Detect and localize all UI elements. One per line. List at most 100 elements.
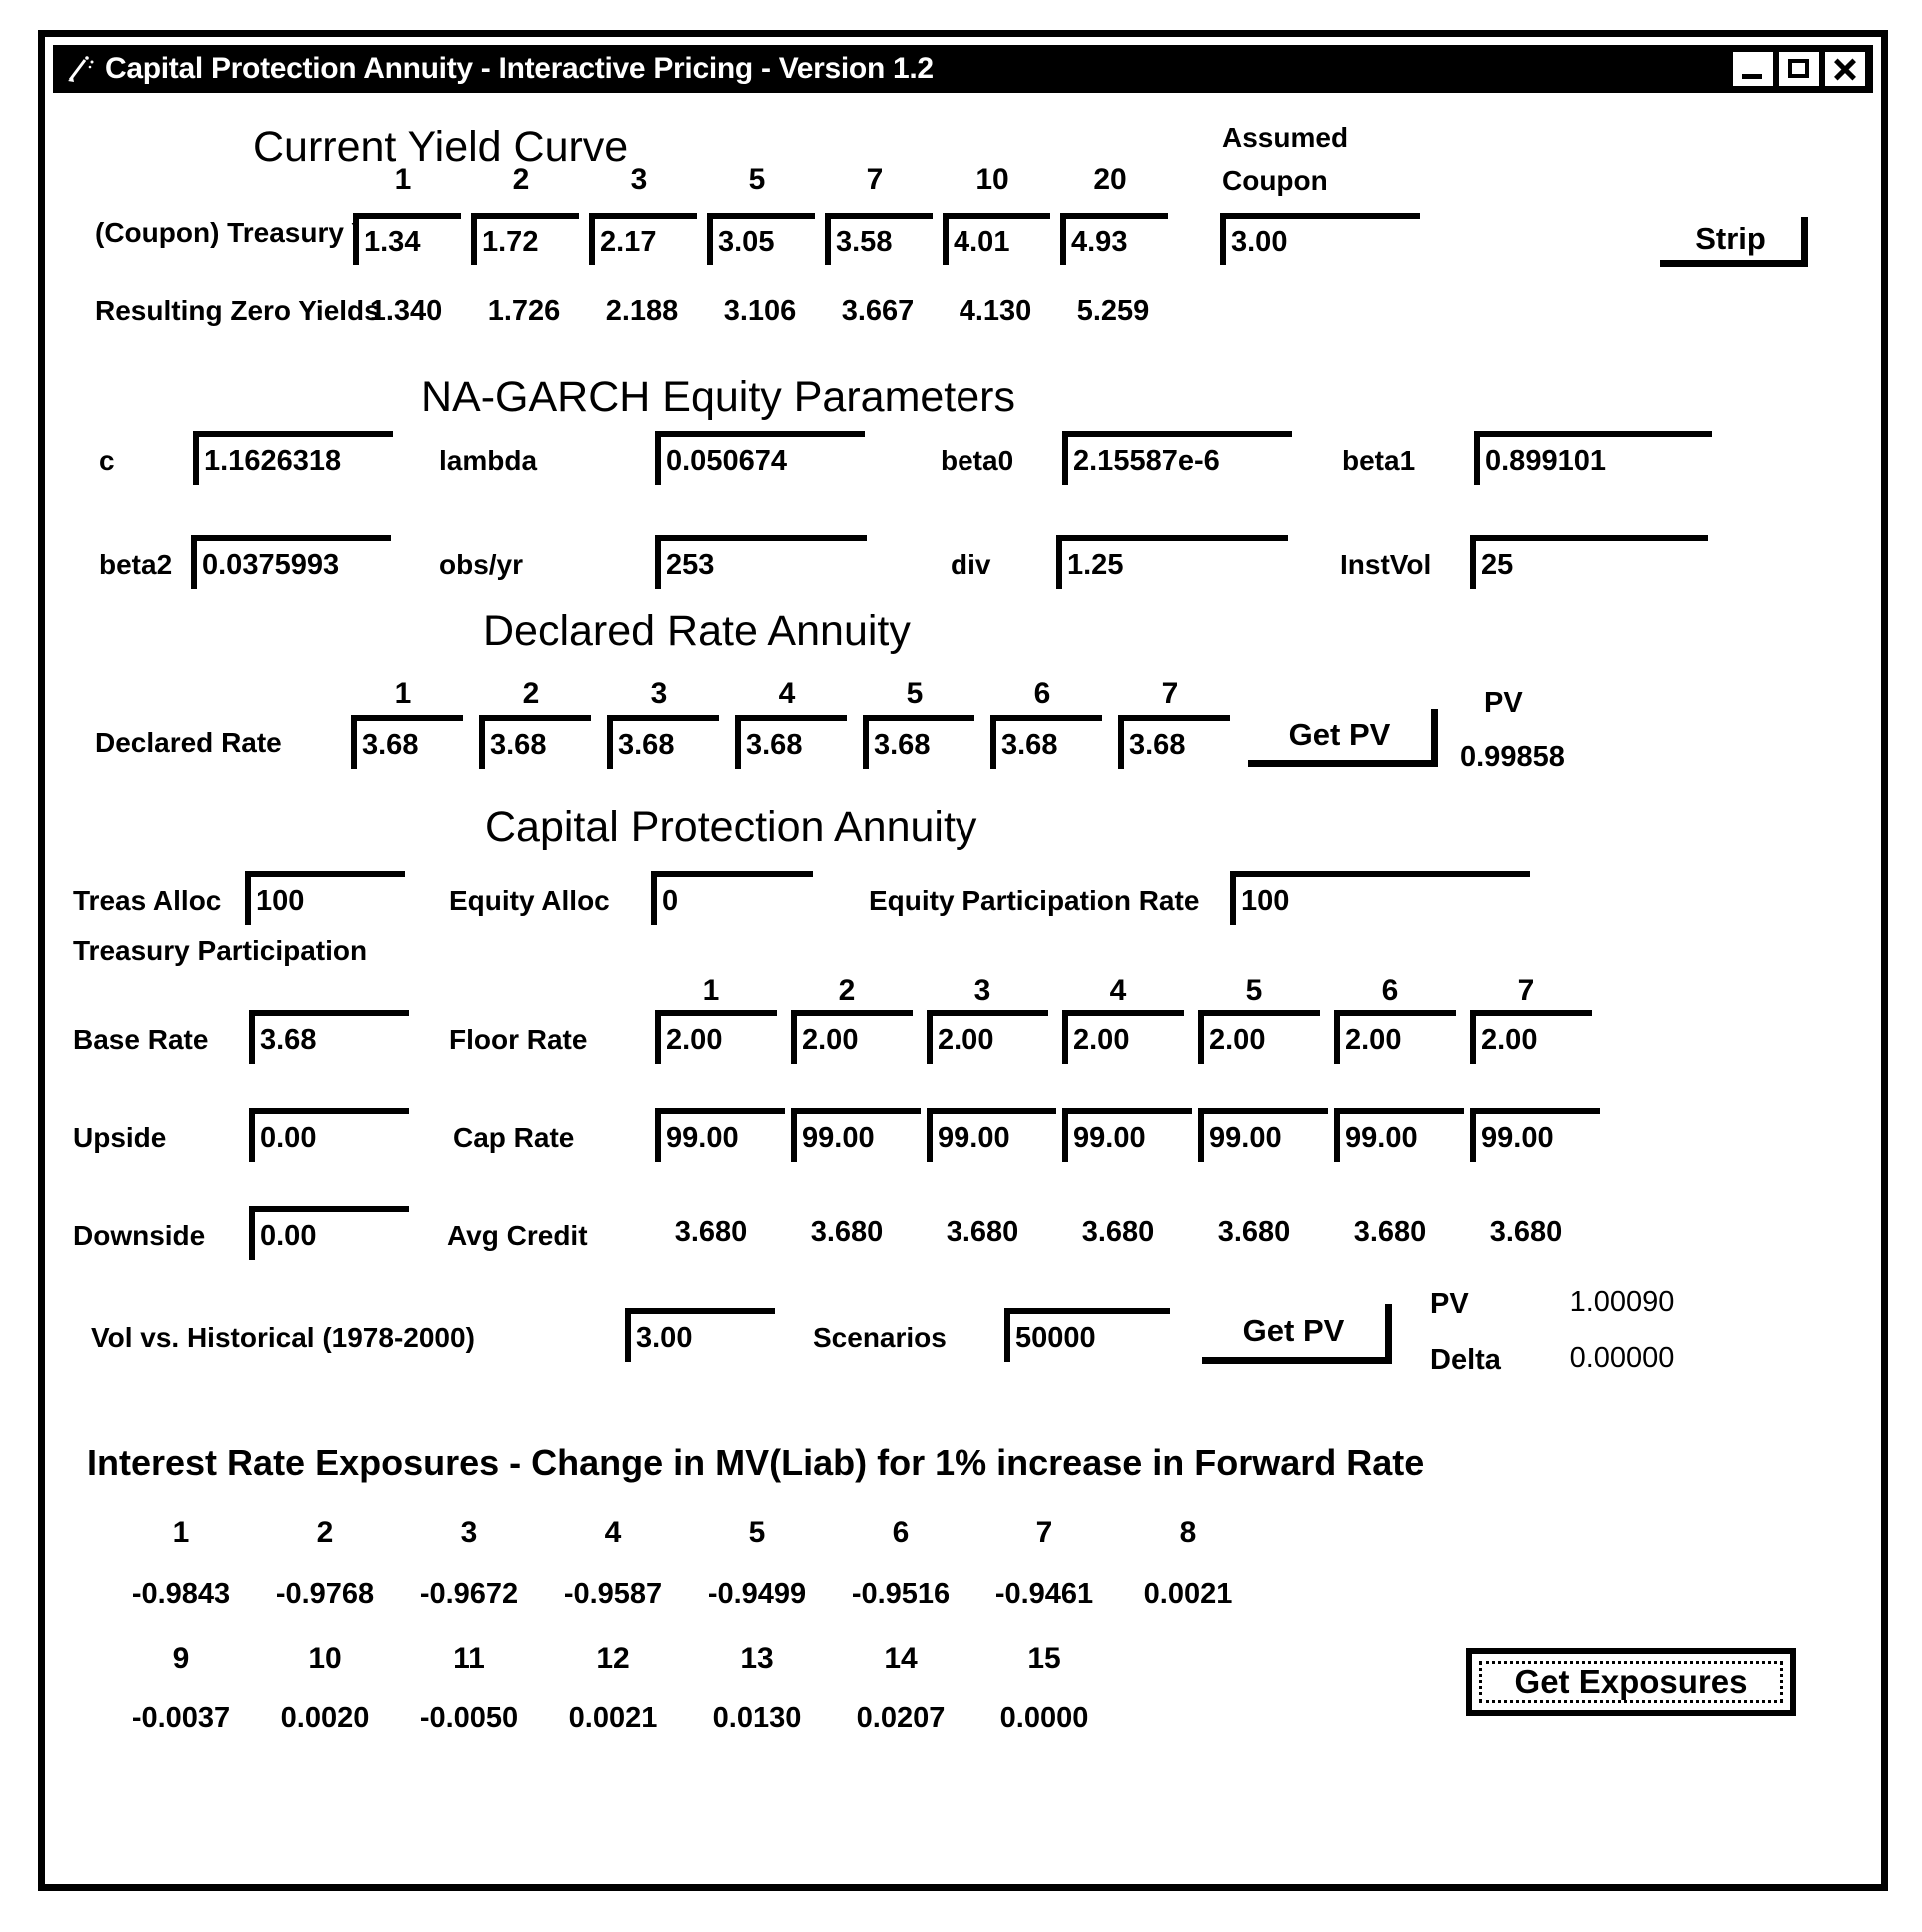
maximize-button[interactable] bbox=[1779, 52, 1819, 86]
tenor-header-2: 2 bbox=[512, 163, 530, 196]
exposure-index-13: 13 bbox=[740, 1642, 774, 1675]
garch-label-beta0: beta0 bbox=[941, 445, 1014, 476]
downside-input[interactable]: 0.00 bbox=[249, 1206, 409, 1260]
exposure-index-14: 14 bbox=[884, 1642, 918, 1675]
avg-credit-5: 3.680 bbox=[1217, 1216, 1291, 1248]
cap-rate-input-4[interactable]: 99.00 bbox=[1062, 1108, 1192, 1162]
tenor-header-5: 5 bbox=[748, 163, 766, 196]
cap-rate-input-6[interactable]: 99.00 bbox=[1334, 1108, 1464, 1162]
floor-rate-input-6[interactable]: 2.00 bbox=[1334, 1010, 1456, 1064]
cpa-year-header-5: 5 bbox=[1245, 974, 1263, 1007]
garch-label-div: div bbox=[951, 549, 991, 580]
zero-yield-10: 4.130 bbox=[959, 295, 1032, 327]
exposure-value-12: 0.0021 bbox=[568, 1702, 658, 1734]
title-bar: Capital Protection Annuity - Interactive… bbox=[53, 45, 1873, 93]
declared-year-header-7: 7 bbox=[1161, 677, 1179, 710]
close-button[interactable] bbox=[1825, 52, 1865, 86]
garch-input-instvol[interactable]: 25 bbox=[1470, 535, 1708, 589]
zero-yield-20: 5.259 bbox=[1076, 295, 1150, 327]
declared-rate-input-3[interactable]: 3.68 bbox=[607, 715, 719, 769]
minimize-icon bbox=[1742, 74, 1762, 79]
equity-alloc-input[interactable]: 0 bbox=[651, 871, 813, 925]
zero-yield-7: 3.667 bbox=[841, 295, 915, 327]
treasury-yield-input-2[interactable]: 1.72 bbox=[471, 213, 579, 265]
cap-rate-label: Cap Rate bbox=[453, 1122, 575, 1153]
scenarios-input[interactable]: 50000 bbox=[1004, 1308, 1170, 1362]
cap-rate-input-5[interactable]: 99.00 bbox=[1198, 1108, 1328, 1162]
exposure-index-6: 6 bbox=[892, 1516, 910, 1549]
treasury-yield-input-7[interactable]: 3.58 bbox=[825, 213, 933, 265]
treasury-yield-input-10[interactable]: 4.01 bbox=[943, 213, 1050, 265]
cpa-get-pv-button[interactable]: Get PV bbox=[1202, 1304, 1392, 1364]
garch-input-obsyr[interactable]: 253 bbox=[655, 535, 867, 589]
tenor-header-1: 1 bbox=[394, 163, 412, 196]
garch-label-beta2: beta2 bbox=[99, 549, 173, 580]
floor-rate-input-7[interactable]: 2.00 bbox=[1470, 1010, 1592, 1064]
exposure-value-7: -0.9461 bbox=[994, 1578, 1094, 1610]
vol-vs-historical-label: Vol vs. Historical (1978-2000) bbox=[91, 1322, 475, 1353]
equity-participation-input[interactable]: 100 bbox=[1230, 871, 1530, 925]
declared-rate-input-1[interactable]: 3.68 bbox=[351, 715, 463, 769]
garch-label-c: c bbox=[99, 445, 115, 476]
declared-rate-input-4[interactable]: 3.68 bbox=[735, 715, 847, 769]
exposure-value-8: 0.0021 bbox=[1143, 1578, 1233, 1610]
client-area: Current Yield Curve Assumed Coupon 1 2 3… bbox=[53, 95, 1873, 1876]
floor-rate-label: Floor Rate bbox=[449, 1024, 588, 1055]
cpa-pv-label: PV bbox=[1430, 1288, 1469, 1320]
garch-input-beta2[interactable]: 0.0375993 bbox=[191, 535, 391, 589]
floor-rate-input-5[interactable]: 2.00 bbox=[1198, 1010, 1320, 1064]
declared-rate-input-5[interactable]: 3.68 bbox=[863, 715, 974, 769]
declared-pv-label: PV bbox=[1484, 687, 1523, 719]
floor-rate-input-1[interactable]: 2.00 bbox=[655, 1010, 777, 1064]
avg-credit-3: 3.680 bbox=[946, 1216, 1019, 1248]
treasury-yield-input-5[interactable]: 3.05 bbox=[707, 213, 815, 265]
garch-input-div[interactable]: 1.25 bbox=[1056, 535, 1288, 589]
minimize-button[interactable] bbox=[1733, 52, 1773, 86]
garch-input-lambda[interactable]: 0.050674 bbox=[655, 431, 865, 485]
cpa-heading: Capital Protection Annuity bbox=[485, 803, 977, 851]
base-rate-input[interactable]: 3.68 bbox=[249, 1010, 409, 1064]
tenor-header-10: 10 bbox=[975, 163, 1009, 196]
cpa-year-header-6: 6 bbox=[1381, 974, 1399, 1007]
zero-yield-1: 1.340 bbox=[369, 295, 443, 327]
exposure-index-7: 7 bbox=[1035, 1516, 1053, 1549]
avg-credit-4: 3.680 bbox=[1081, 1216, 1155, 1248]
tenor-header-7: 7 bbox=[866, 163, 884, 196]
declared-rate-input-6[interactable]: 3.68 bbox=[990, 715, 1102, 769]
cpa-year-header-4: 4 bbox=[1109, 974, 1127, 1007]
cap-rate-input-3[interactable]: 99.00 bbox=[927, 1108, 1056, 1162]
assumed-coupon-input[interactable]: 3.00 bbox=[1220, 213, 1420, 265]
cap-rate-input-2[interactable]: 99.00 bbox=[791, 1108, 921, 1162]
floor-rate-input-4[interactable]: 2.00 bbox=[1062, 1010, 1184, 1064]
garch-input-c[interactable]: 1.1626318 bbox=[193, 431, 393, 485]
get-exposures-button[interactable]: Get Exposures bbox=[1466, 1648, 1796, 1716]
garch-input-beta1[interactable]: 0.899101 bbox=[1474, 431, 1712, 485]
cap-rate-input-1[interactable]: 99.00 bbox=[655, 1108, 785, 1162]
declared-rate-input-2[interactable]: 3.68 bbox=[479, 715, 591, 769]
exposure-index-2: 2 bbox=[316, 1516, 334, 1549]
declared-year-header-1: 1 bbox=[394, 677, 412, 710]
cpa-year-header-7: 7 bbox=[1517, 974, 1535, 1007]
treasury-participation-label: Treasury Participation bbox=[73, 935, 368, 966]
floor-rate-input-3[interactable]: 2.00 bbox=[927, 1010, 1048, 1064]
floor-rate-input-2[interactable]: 2.00 bbox=[791, 1010, 913, 1064]
vol-input[interactable]: 3.00 bbox=[625, 1308, 775, 1362]
strip-button[interactable]: Strip bbox=[1660, 217, 1808, 267]
declared-year-header-2: 2 bbox=[522, 677, 540, 710]
treas-alloc-input[interactable]: 100 bbox=[245, 871, 405, 925]
garch-input-beta0[interactable]: 2.15587e-6 bbox=[1062, 431, 1292, 485]
declared-get-pv-button[interactable]: Get PV bbox=[1248, 709, 1438, 767]
exposure-index-11: 11 bbox=[453, 1642, 485, 1675]
exposure-value-2: -0.9768 bbox=[275, 1578, 375, 1610]
resulting-zero-yields-label: Resulting Zero Yields bbox=[95, 295, 380, 326]
cap-rate-input-7[interactable]: 99.00 bbox=[1470, 1108, 1600, 1162]
scenarios-label: Scenarios bbox=[813, 1322, 947, 1353]
declared-rate-input-7[interactable]: 3.68 bbox=[1118, 715, 1230, 769]
treasury-yield-input-3[interactable]: 2.17 bbox=[589, 213, 697, 265]
window-title: Capital Protection Annuity - Interactive… bbox=[105, 52, 934, 85]
treasury-yield-input-20[interactable]: 4.93 bbox=[1060, 213, 1168, 265]
treasury-yield-input-1[interactable]: 1.34 bbox=[353, 213, 461, 265]
upside-input[interactable]: 0.00 bbox=[249, 1108, 409, 1162]
avg-credit-1: 3.680 bbox=[674, 1216, 748, 1248]
downside-label: Downside bbox=[73, 1220, 206, 1251]
